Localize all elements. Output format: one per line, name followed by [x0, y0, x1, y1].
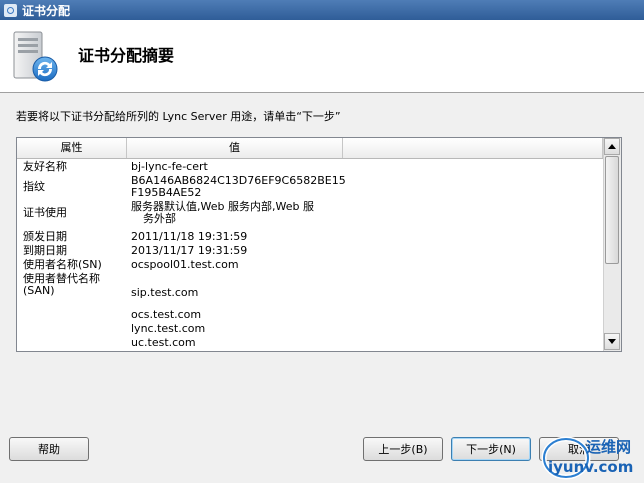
value-line: ocs.test.com	[131, 308, 202, 321]
wizard-header: 证书分配摘要	[0, 20, 644, 93]
property-cell: 使用者替代名称(SAN)	[23, 272, 100, 297]
listview-body: 友好名称 bj-lync-fe-cert 指纹 B6A146AB6824C13D…	[17, 159, 603, 351]
value-line: bj-lync-fe-cert	[131, 160, 208, 173]
value-cell: lync.test.com	[131, 323, 361, 335]
value-line: uc.test.com	[131, 336, 196, 349]
value-line: F195B4AE52	[131, 186, 202, 199]
title-bar: 证书分配	[0, 0, 644, 20]
instruction-text: 若要将以下证书分配给所列的 Lync Server 用途，请单击“下一步”	[16, 110, 341, 123]
listview-header: 属性 值	[17, 138, 603, 159]
column-header-property[interactable]: 属性	[17, 138, 127, 158]
value-cell: bj-lync-fe-cert	[131, 161, 361, 173]
property-cell: 使用者名称(SN)	[23, 258, 102, 271]
server-sync-icon	[13, 31, 58, 82]
help-button[interactable]: 帮助	[9, 437, 89, 461]
wizard-content: 若要将以下证书分配给所列的 Lync Server 用途，请单击“下一步” 属性…	[0, 93, 644, 483]
watermark-url: iyunv.com	[548, 458, 633, 476]
app-icon	[4, 3, 17, 17]
value-cell: uc.test.com	[131, 337, 361, 349]
property-cell: 友好名称	[23, 160, 67, 173]
arrow-down-icon[interactable]	[604, 333, 620, 350]
vertical-scrollbar[interactable]	[603, 138, 621, 351]
summary-listview[interactable]: 属性 值 友好名称 bj-lync-fe-cert 指纹 B6A146AB682…	[16, 137, 622, 352]
column-header-empty	[343, 138, 603, 158]
property-cell: 指纹	[23, 180, 45, 193]
watermark-logo: 运维网 iyunv.com	[541, 436, 633, 480]
value-cell: 2011/11/18 19:31:59	[131, 231, 361, 243]
value-cell: sip.test.com	[131, 287, 361, 299]
property-cell: 颁发日期	[23, 230, 67, 243]
page-title: 证书分配摘要	[78, 46, 175, 65]
property-cell: 到期日期	[23, 244, 67, 257]
value-cell: 2013/11/17 19:31:59	[131, 245, 361, 257]
value-line: lync.test.com	[131, 322, 206, 335]
value-cell: ocspool01.test.com	[131, 259, 361, 271]
arrow-up-icon[interactable]	[604, 138, 620, 155]
scrollbar-thumb[interactable]	[605, 156, 619, 264]
back-button[interactable]: 上一步(B)	[363, 437, 443, 461]
column-header-value[interactable]: 值	[127, 138, 343, 158]
window-title: 证书分配	[22, 3, 71, 18]
property-cell: 证书使用	[23, 206, 67, 219]
value-cell: B6A146AB6824C13D76EF9C6582BE15 F195B4AE5…	[131, 175, 361, 199]
watermark-cn: 运维网	[586, 438, 631, 456]
value-cell: 服务器默认值,Web 服务内部,Web 服 务外部	[131, 201, 361, 225]
value-cell: ocs.test.com	[131, 309, 361, 321]
value-line: sip.test.com	[131, 286, 199, 299]
next-button[interactable]: 下一步(N)	[451, 437, 531, 461]
value-line: 2011/11/18 19:31:59	[131, 230, 248, 243]
value-line: 2013/11/17 19:31:59	[131, 244, 248, 257]
value-line: ocspool01.test.com	[131, 258, 239, 271]
value-line: 务外部	[143, 212, 176, 225]
